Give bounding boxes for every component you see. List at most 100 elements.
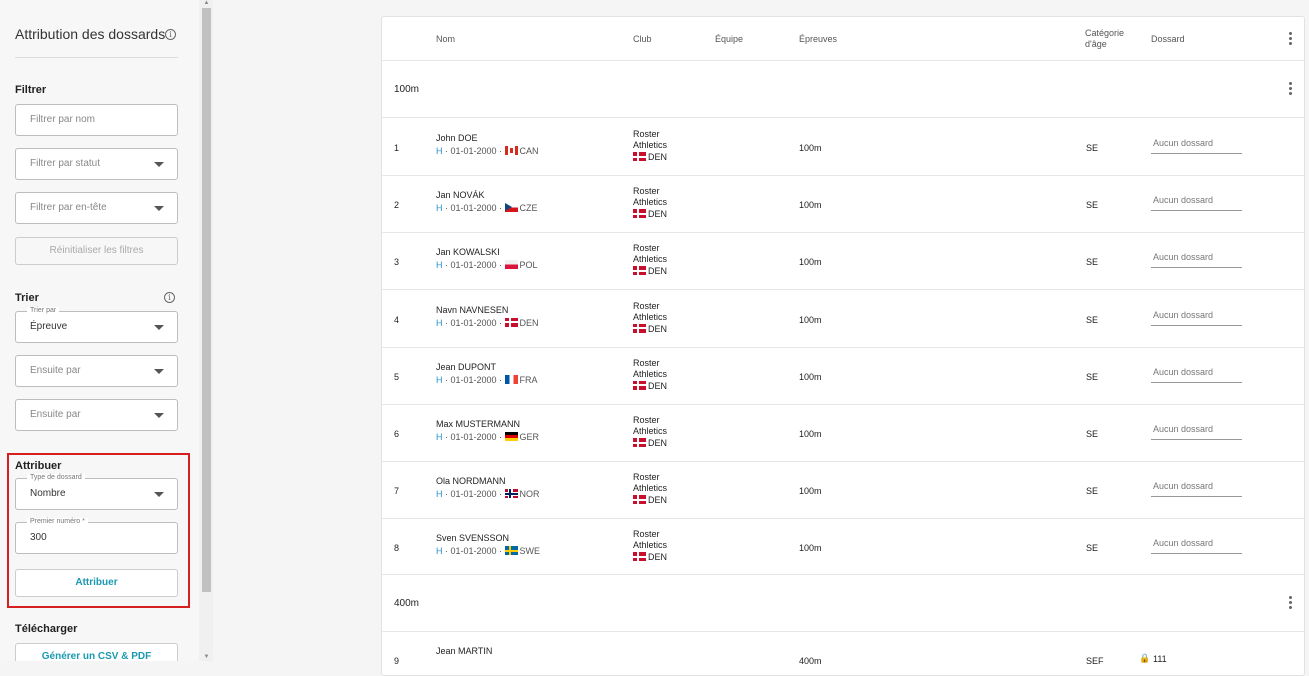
chevron-down-icon bbox=[154, 413, 164, 418]
row-number: 9 bbox=[394, 656, 400, 666]
club-country: DEN bbox=[633, 323, 668, 334]
sort-by-label: Trier par bbox=[27, 307, 60, 315]
table-row[interactable]: 8 Sven SVENSSON H · 01-01-2000 · SWE Roster… bbox=[382, 518, 1304, 575]
bib-input[interactable]: Aucun dossard bbox=[1151, 191, 1242, 212]
age-category: SE bbox=[1086, 543, 1099, 554]
group-label-400m: 400m bbox=[394, 598, 420, 609]
table-row[interactable]: 3 Jan KOWALSKI H · 01-01-2000 · POL Roster A… bbox=[382, 232, 1304, 289]
table-row[interactable]: 9 Jean MARTIN 400m SEF 🔒 111 bbox=[382, 631, 1304, 675]
athlete-name: Jean MARTIN bbox=[436, 646, 493, 656]
info-icon[interactable]: i bbox=[164, 292, 175, 303]
club-name: Roster Athletics bbox=[633, 301, 667, 323]
club-name: Roster Athletics bbox=[633, 472, 667, 494]
age-category: SEF bbox=[1086, 656, 1104, 666]
club-name-line1: Roster bbox=[633, 529, 660, 540]
assign-section-label: Attribuer bbox=[15, 460, 62, 472]
header-age-category[interactable]: Catégorie d'âge bbox=[1085, 28, 1124, 50]
ger-flag-icon bbox=[504, 432, 518, 441]
club-name-line1: Roster bbox=[633, 472, 660, 483]
scroll-down-icon[interactable]: ▼ bbox=[202, 654, 211, 660]
then-by-select-1[interactable]: Ensuite par bbox=[15, 355, 178, 387]
first-number-value: 300 bbox=[30, 532, 47, 543]
athlete-country: FRA bbox=[519, 374, 538, 385]
den-flag-icon bbox=[633, 152, 646, 161]
reset-filters-button[interactable]: Réinitialiser les filtres bbox=[15, 237, 178, 265]
club-country-code: DEN bbox=[648, 323, 668, 334]
athlete-name: Jean DUPONT bbox=[436, 361, 497, 372]
header-events[interactable]: Épreuves bbox=[799, 34, 837, 44]
more-vert-icon[interactable] bbox=[1289, 32, 1293, 47]
age-category: SE bbox=[1086, 143, 1099, 153]
header-bib[interactable]: Dossard bbox=[1151, 34, 1185, 44]
sort-by-select[interactable]: Trier par Épreuve bbox=[15, 307, 178, 343]
then-by-select-2[interactable]: Ensuite par bbox=[15, 399, 178, 431]
bib-input[interactable]: Aucun dossard bbox=[1151, 420, 1242, 440]
bib-input[interactable]: Aucun dossard bbox=[1151, 534, 1242, 555]
bib-input[interactable]: Aucun dossard bbox=[1151, 134, 1242, 154]
info-icon[interactable]: i bbox=[165, 29, 176, 40]
club-name-line2: Athletics bbox=[633, 197, 668, 208]
table-row[interactable]: 5 Jean DUPONT H · 01-01-2000 · FRA Roster At… bbox=[382, 347, 1304, 404]
download-section-label: Télécharger bbox=[15, 623, 78, 635]
club-name-line1: Roster bbox=[633, 300, 660, 311]
table-row[interactable]: 4 Navn NAVNESEN H · 01-01-2000 · DEN Roster… bbox=[382, 290, 1304, 347]
bib-value: 111 bbox=[1153, 654, 1167, 664]
club-name: Roster Athletics bbox=[633, 243, 667, 265]
scroll-up-icon[interactable]: ▲ bbox=[202, 0, 211, 6]
table-row[interactable]: 6 Max MUSTERMANN H · 01-01-2000 · GER Roste… bbox=[382, 404, 1304, 461]
scrollbar-thumb[interactable] bbox=[202, 8, 211, 592]
athlete-country: NOR bbox=[519, 489, 540, 500]
club-name-line2: Athletics bbox=[633, 483, 668, 494]
row-number: 6 bbox=[394, 429, 400, 439]
bib-input[interactable]: Aucun dossard bbox=[1151, 363, 1242, 383]
age-category: SE bbox=[1086, 429, 1099, 439]
chevron-down-icon bbox=[154, 206, 164, 211]
club-name-line2: Athletics bbox=[633, 311, 668, 322]
athlete-country: CZE bbox=[519, 203, 538, 214]
page-title: Attribution des dossards bbox=[15, 26, 166, 42]
club-country-code: DEN bbox=[648, 152, 668, 162]
bib-input[interactable]: Aucun dossard bbox=[1151, 306, 1242, 326]
row-number: 2 bbox=[394, 200, 400, 211]
club-country-code: DEN bbox=[648, 552, 668, 563]
athlete-details: H · 01-01-2000 · CZE bbox=[436, 203, 538, 213]
assign-button[interactable]: Attribuer bbox=[15, 569, 178, 597]
table-row[interactable]: 7 Ola NORDMANN H · 01-01-2000 · NOR Roster A… bbox=[382, 461, 1304, 518]
row-number: 3 bbox=[394, 257, 400, 268]
club-country: DEN bbox=[633, 380, 668, 391]
bib-input[interactable]: Aucun dossard bbox=[1151, 248, 1242, 269]
swe-flag-icon bbox=[504, 546, 518, 556]
club-name-line2: Athletics bbox=[633, 368, 668, 379]
cze-flag-icon bbox=[504, 203, 518, 213]
club-name-line2: Athletics bbox=[633, 140, 668, 150]
filter-status-select[interactable]: Filtrer par statut bbox=[15, 148, 178, 180]
more-vert-icon[interactable] bbox=[1289, 82, 1293, 97]
filter-name-input[interactable]: Filtrer par nom bbox=[15, 104, 178, 136]
filter-header-select[interactable]: Filtrer par en-tête bbox=[15, 192, 178, 224]
table-row[interactable]: 1 John DOE H · 01-01-2000 · CAN Roster Athle… bbox=[382, 118, 1304, 175]
club-country: DEN bbox=[633, 266, 667, 276]
bib-type-select[interactable]: Type de dossard Nombre bbox=[15, 474, 178, 510]
den-flag-icon bbox=[633, 266, 646, 276]
event: 100m bbox=[799, 543, 822, 554]
row-number: 7 bbox=[394, 486, 400, 497]
athlete-country: GER bbox=[519, 432, 540, 442]
bib-type-label: Type de dossard bbox=[27, 474, 85, 482]
more-vert-icon[interactable] bbox=[1289, 596, 1293, 611]
header-club[interactable]: Club bbox=[633, 34, 652, 44]
first-number-input[interactable]: Premier numéro * 300 bbox=[15, 518, 178, 554]
event: 400m bbox=[799, 656, 822, 666]
bib-input[interactable]: Aucun dossard bbox=[1151, 477, 1242, 498]
athlete-details: H · 01-01-2000 · GER bbox=[436, 432, 539, 442]
can-flag-icon bbox=[504, 146, 518, 155]
event: 100m bbox=[799, 429, 822, 439]
then-by-placeholder: Ensuite par bbox=[30, 365, 81, 376]
header-team[interactable]: Équipe bbox=[715, 34, 743, 44]
header-name[interactable]: Nom bbox=[436, 34, 455, 44]
den-flag-icon bbox=[633, 438, 646, 447]
generate-csv-pdf-button[interactable]: Générer un CSV & PDF bbox=[15, 643, 178, 661]
athlete-details: H · 01-01-2000 · POL bbox=[436, 260, 538, 270]
table-row[interactable]: 2 Jan NOVÁK H · 01-01-2000 · CZE Roster Athl… bbox=[382, 175, 1304, 232]
athlete-dob: · 01-01-2000 · bbox=[442, 374, 505, 385]
club-country-code: DEN bbox=[648, 380, 668, 391]
